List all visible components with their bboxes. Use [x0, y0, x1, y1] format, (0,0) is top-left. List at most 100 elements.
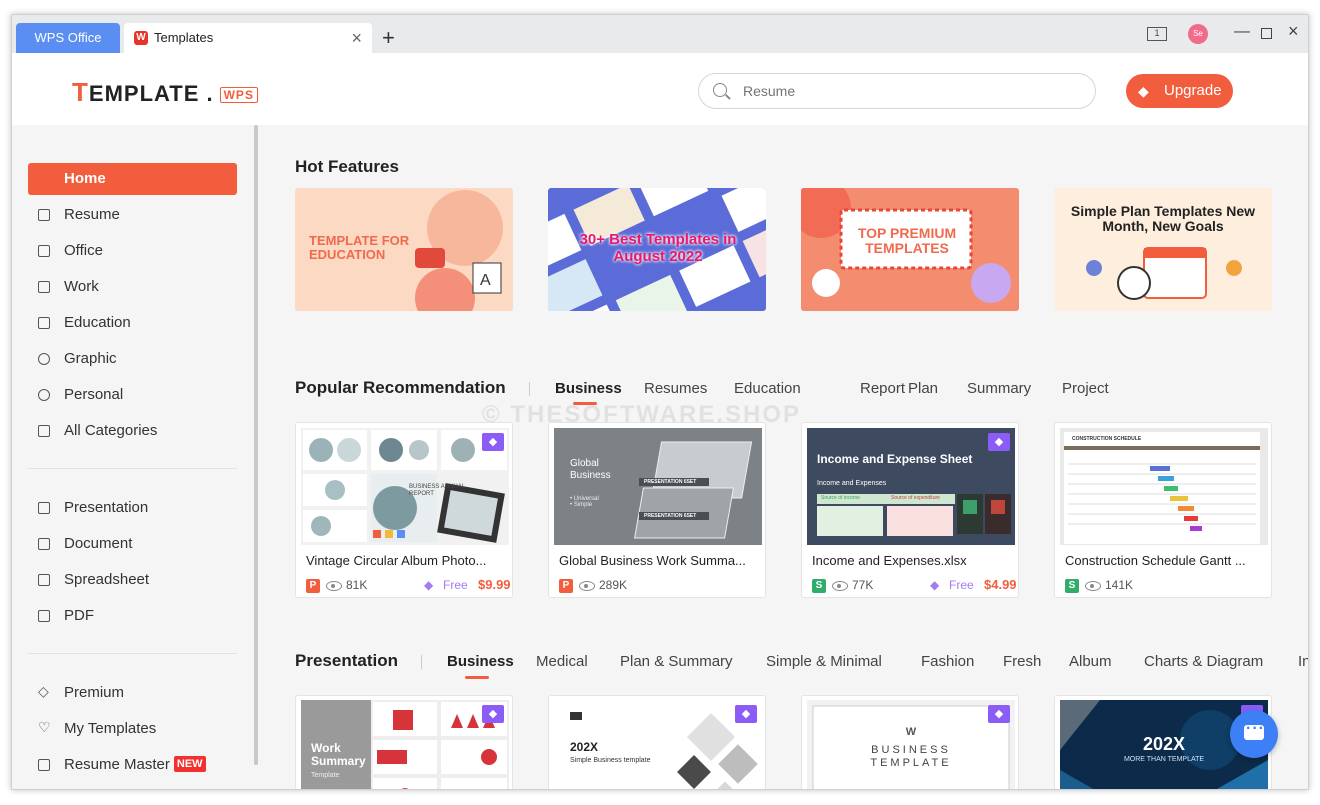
sidebar: Home Resume Office Work Education Graphi… — [12, 125, 258, 789]
presentation-card[interactable]: W BUSINESS TEMPLATE ◆ — [801, 695, 1019, 789]
thumb-annual: ANNUAL — [440, 484, 466, 490]
new-tab-button[interactable]: + — [382, 25, 395, 51]
logo-text: EMPLATE . — [88, 81, 214, 106]
diamond-icon: ◆ — [1138, 83, 1149, 99]
logo-wps: WPS — [219, 87, 258, 104]
presentation-card[interactable]: 202X Simple Business template ◆ — [548, 695, 766, 789]
presentation-card[interactable]: Work Summary Template ◆ — [295, 695, 513, 789]
sidebar-item-label: Education — [64, 314, 131, 331]
hot-features-title: Hot Features — [295, 157, 399, 176]
sidebar-item-my-templates[interactable]: ♡ My Templates — [28, 713, 237, 745]
sidebar-item-premium[interactable]: ◇ Premium — [28, 677, 237, 709]
sidebar-item-work[interactable]: Work — [28, 271, 237, 303]
upgrade-button[interactable]: ◆ Upgrade — [1126, 74, 1233, 108]
template-card[interactable]: CONSTRUCTION SCHEDULE Construction Sched… — [1054, 422, 1272, 598]
feature-banner-best-templates[interactable]: 30+ Best Templates in August 2022 — [548, 188, 766, 311]
tab-wps-office[interactable]: WPS Office — [16, 23, 120, 53]
template-logo[interactable]: TEMPLATE . WPS — [72, 77, 258, 108]
tab-label: Templates — [154, 30, 214, 45]
tab-business[interactable]: Business — [555, 380, 622, 397]
logo-first-letter: T — [72, 77, 89, 107]
diamond-icon: ◆ — [930, 578, 940, 592]
tab-templates[interactable]: W Templates × — [124, 23, 372, 53]
resume-master-icon — [38, 759, 50, 771]
tab-project[interactable]: Project — [1062, 380, 1109, 397]
tab-education[interactable]: Education — [734, 380, 801, 397]
template-name: Global Business Work Summa... — [559, 553, 746, 568]
tab-report[interactable]: Report — [860, 380, 905, 397]
new-badge: NEW — [173, 756, 206, 772]
album-thumbnail-art — [303, 430, 507, 543]
grid-icon — [38, 425, 50, 437]
sidebar-item-presentation[interactable]: Presentation — [28, 492, 237, 524]
premium-badge-icon: ◆ — [988, 433, 1010, 451]
sidebar-item-education[interactable]: Education — [28, 307, 237, 339]
eye-icon — [579, 581, 595, 591]
template-thumbnail: Global Business • Universal • Simple PRE… — [554, 428, 762, 545]
document-icon — [38, 538, 50, 550]
template-thumbnail: Income and Expense Sheet Income and Expe… — [807, 428, 1015, 545]
tab-plan[interactable]: Plan — [908, 380, 938, 397]
thumb-title: BUSINESS TEMPLATE — [870, 744, 952, 770]
thumb-business: BUSINESS — [409, 484, 440, 490]
diamond-icon: ◆ — [424, 578, 434, 592]
tab-plan-summary[interactable]: Plan & Summary — [620, 653, 733, 670]
sidebar-item-label: Office — [64, 242, 103, 259]
chat-button[interactable] — [1230, 710, 1278, 758]
thumb-title: Global Business — [570, 458, 611, 481]
tab-separator — [529, 382, 530, 396]
eye-icon — [832, 581, 848, 591]
sidebar-item-spreadsheet[interactable]: Spreadsheet — [28, 564, 237, 596]
template-thumbnail: CONSTRUCTION SCHEDULE — [1060, 428, 1268, 545]
sidebar-item-label: PDF — [64, 607, 94, 624]
template-card[interactable]: BUSINESS ANNUAL REPORT ◆ Vintage Circular… — [295, 422, 513, 598]
close-tab-icon[interactable]: × — [351, 23, 362, 53]
sidebar-item-home[interactable]: Home — [28, 163, 237, 195]
tab-fashion[interactable]: Fashion — [921, 653, 974, 670]
gantt-thumbnail-art — [1064, 432, 1260, 544]
avatar[interactable]: Se — [1188, 24, 1208, 44]
tab-overflow[interactable]: In — [1298, 653, 1308, 670]
wps-window: WPS Office W Templates × + 1 Se — × TEMP… — [11, 14, 1309, 790]
feature-banner-premium[interactable]: TOP PREMIUM TEMPLATES — [801, 188, 1019, 311]
sidebar-item-label: Personal — [64, 386, 124, 403]
tab-resumes[interactable]: Resumes — [644, 380, 707, 397]
banner-text: Simple Plan Templates New Month, New Goa… — [1070, 203, 1256, 235]
sidebar-item-pdf[interactable]: PDF — [28, 600, 237, 632]
thumb-title: CONSTRUCTION SCHEDULE — [1072, 436, 1142, 442]
close-window-button[interactable]: × — [1288, 21, 1299, 42]
tab-business[interactable]: Business — [447, 653, 514, 670]
tab-separator — [421, 655, 422, 669]
tab-charts-diagram[interactable]: Charts & Diagram — [1144, 653, 1263, 670]
search-input[interactable] — [743, 74, 1083, 108]
tab-medical[interactable]: Medical — [536, 653, 588, 670]
tab-summary[interactable]: Summary — [967, 380, 1031, 397]
template-card[interactable]: Global Business • Universal • Simple PRE… — [548, 422, 766, 598]
sidebar-item-resume-master[interactable]: Resume Master NEW — [28, 749, 237, 781]
sidebar-item-resume[interactable]: Resume — [28, 199, 237, 231]
search-box[interactable] — [698, 73, 1096, 109]
minimize-button[interactable]: — — [1234, 23, 1250, 41]
tab-album[interactable]: Album — [1069, 653, 1112, 670]
thumb-sub: Income and Expenses — [817, 480, 887, 487]
sidebar-item-label: Graphic — [64, 350, 117, 367]
eye-icon — [326, 581, 342, 591]
sidebar-item-all-categories[interactable]: All Categories — [28, 415, 237, 447]
sidebar-item-graphic[interactable]: Graphic — [28, 343, 237, 375]
maximize-button[interactable] — [1261, 28, 1272, 39]
active-tab-indicator — [465, 676, 489, 679]
sidebar-item-document[interactable]: Document — [28, 528, 237, 560]
popular-title: Popular Recommendation — [295, 378, 506, 397]
presentation-file-icon: P — [559, 579, 573, 593]
layout-icon[interactable]: 1 — [1147, 27, 1167, 41]
sidebar-item-label: All Categories — [64, 422, 158, 439]
feature-banner-education[interactable]: A TEMPLATE FOR EDUCATION — [295, 188, 513, 311]
sidebar-item-personal[interactable]: Personal — [28, 379, 237, 411]
tab-fresh[interactable]: Fresh — [1003, 653, 1041, 670]
spreadsheet-icon — [38, 574, 50, 586]
sidebar-item-office[interactable]: Office — [28, 235, 237, 267]
tab-simple-minimal[interactable]: Simple & Minimal — [766, 653, 882, 670]
template-name: Construction Schedule Gantt ... — [1065, 553, 1246, 568]
feature-banner-simple-plan[interactable]: Simple Plan Templates New Month, New Goa… — [1054, 188, 1272, 311]
template-card[interactable]: Income and Expense Sheet Income and Expe… — [801, 422, 1019, 598]
